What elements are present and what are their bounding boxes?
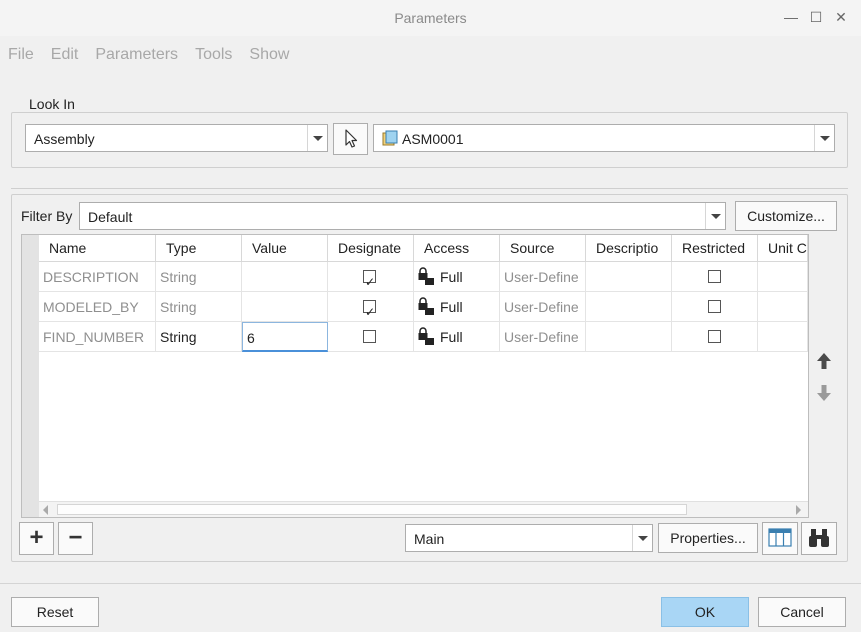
- maximize-button[interactable]: ☐: [807, 8, 825, 26]
- table-cell-access[interactable]: Full: [414, 322, 500, 352]
- filter-select[interactable]: Default: [79, 202, 726, 230]
- find-button[interactable]: [801, 522, 837, 555]
- table-cell-source[interactable]: User-Define: [500, 292, 586, 322]
- table-cell-name[interactable]: FIND_NUMBER: [39, 322, 156, 352]
- look-in-legend: Look In: [25, 96, 79, 112]
- chevron-down-icon: [705, 203, 725, 229]
- filter-by-label: Filter By: [21, 208, 73, 224]
- designate-checkbox[interactable]: [363, 267, 376, 291]
- window-title: Parameters: [394, 10, 467, 26]
- table-cell-access[interactable]: Full: [414, 262, 500, 292]
- close-button[interactable]: ✕: [832, 8, 850, 26]
- arrow-select-icon: [344, 129, 357, 148]
- look-in-model-value: ASM0001: [402, 131, 464, 147]
- table-cell-description[interactable]: [586, 322, 672, 352]
- chevron-down-icon: [632, 525, 652, 551]
- menu-tools[interactable]: Tools: [195, 40, 232, 70]
- table-cell-access[interactable]: Full: [414, 292, 500, 322]
- footer-separator: [0, 583, 861, 584]
- menu-show[interactable]: Show: [249, 40, 289, 70]
- columns-button[interactable]: [762, 522, 798, 555]
- properties-button[interactable]: Properties...: [658, 523, 758, 553]
- table-cell-designate: [328, 262, 414, 292]
- cancel-button[interactable]: Cancel: [758, 597, 846, 627]
- access-label: Full: [440, 299, 463, 315]
- filter-value: Default: [88, 209, 133, 225]
- table-cell-description[interactable]: [586, 262, 672, 292]
- horizontal-scrollbar[interactable]: [39, 501, 808, 517]
- lock-icon: [418, 267, 434, 285]
- column-header-value[interactable]: Value: [242, 235, 328, 262]
- column-header-restricted[interactable]: Restricted: [672, 235, 758, 262]
- column-header-access[interactable]: Access: [414, 235, 500, 262]
- reset-button[interactable]: Reset: [11, 597, 99, 627]
- column-header-description[interactable]: Descriptio: [586, 235, 672, 262]
- minimize-button[interactable]: —: [782, 8, 800, 26]
- view-select[interactable]: Main: [405, 524, 653, 552]
- table-cell-type[interactable]: String: [156, 292, 242, 322]
- menu-parameters[interactable]: Parameters: [95, 40, 178, 70]
- parameters-table: Name Type Value Designate Access Source …: [21, 234, 809, 518]
- separator: [11, 188, 848, 189]
- assembly-icon: [382, 130, 398, 146]
- lock-icon: [418, 297, 434, 315]
- lock-icon: [418, 327, 434, 345]
- table-cell-designate: [328, 322, 414, 352]
- restricted-checkbox[interactable]: [708, 300, 721, 313]
- table-cell-description[interactable]: [586, 292, 672, 322]
- table-cell-value-editor[interactable]: 6: [242, 322, 328, 352]
- row-header-column: [22, 235, 39, 517]
- up-arrow-icon[interactable]: [814, 351, 834, 371]
- look-in-type-select[interactable]: Assembly: [25, 124, 328, 152]
- menu-edit[interactable]: Edit: [51, 40, 79, 70]
- add-parameter-button[interactable]: +: [19, 522, 54, 555]
- designate-checkbox[interactable]: [363, 297, 376, 321]
- binoculars-icon: [809, 529, 829, 547]
- restricted-checkbox[interactable]: [708, 270, 721, 283]
- table-cell-source[interactable]: User-Define: [500, 262, 586, 292]
- select-model-button[interactable]: [333, 123, 368, 155]
- column-header-name[interactable]: Name: [39, 235, 156, 262]
- table-cell-type[interactable]: String: [156, 322, 242, 352]
- table-cell-restricted: [672, 322, 758, 352]
- designate-checkbox[interactable]: [363, 330, 376, 343]
- table-cell-designate: [328, 292, 414, 322]
- customize-button[interactable]: Customize...: [735, 201, 837, 231]
- menu-bar: File Edit Parameters Tools Show: [0, 40, 861, 70]
- columns-icon: [768, 528, 792, 547]
- table-cell-unit[interactable]: [758, 262, 808, 292]
- look-in-model-select[interactable]: ASM0001: [373, 124, 835, 152]
- column-header-designate[interactable]: Designate: [328, 235, 414, 262]
- down-arrow-icon[interactable]: [814, 383, 834, 403]
- remove-parameter-button[interactable]: −: [58, 522, 93, 555]
- table-cell-unit[interactable]: [758, 292, 808, 322]
- table-cell-unit[interactable]: [758, 322, 808, 352]
- view-value: Main: [414, 531, 445, 547]
- table-cell-name[interactable]: MODELED_BY: [39, 292, 156, 322]
- scrollbar-thumb[interactable]: [57, 504, 687, 515]
- column-header-unit[interactable]: Unit C: [758, 235, 808, 262]
- table-cell-restricted: [672, 292, 758, 322]
- chevron-down-icon: [307, 125, 327, 151]
- ok-button[interactable]: OK: [661, 597, 749, 627]
- scroll-right-arrow[interactable]: [796, 505, 801, 515]
- column-header-source[interactable]: Source: [500, 235, 586, 262]
- menu-file[interactable]: File: [8, 40, 34, 70]
- table-cell-source[interactable]: User-Define: [500, 322, 586, 352]
- table-cell-name[interactable]: DESCRIPTION: [39, 262, 156, 292]
- restricted-checkbox[interactable]: [708, 330, 721, 343]
- look-in-type-value: Assembly: [34, 131, 95, 147]
- access-label: Full: [440, 269, 463, 285]
- table-cell-value[interactable]: [242, 262, 328, 292]
- table-cell-restricted: [672, 262, 758, 292]
- table-cell-type[interactable]: String: [156, 262, 242, 292]
- column-header-type[interactable]: Type: [156, 235, 242, 262]
- table-cell-value[interactable]: [242, 292, 328, 322]
- access-label: Full: [440, 329, 463, 345]
- chevron-down-icon: [814, 125, 834, 151]
- scroll-left-arrow[interactable]: [43, 505, 48, 515]
